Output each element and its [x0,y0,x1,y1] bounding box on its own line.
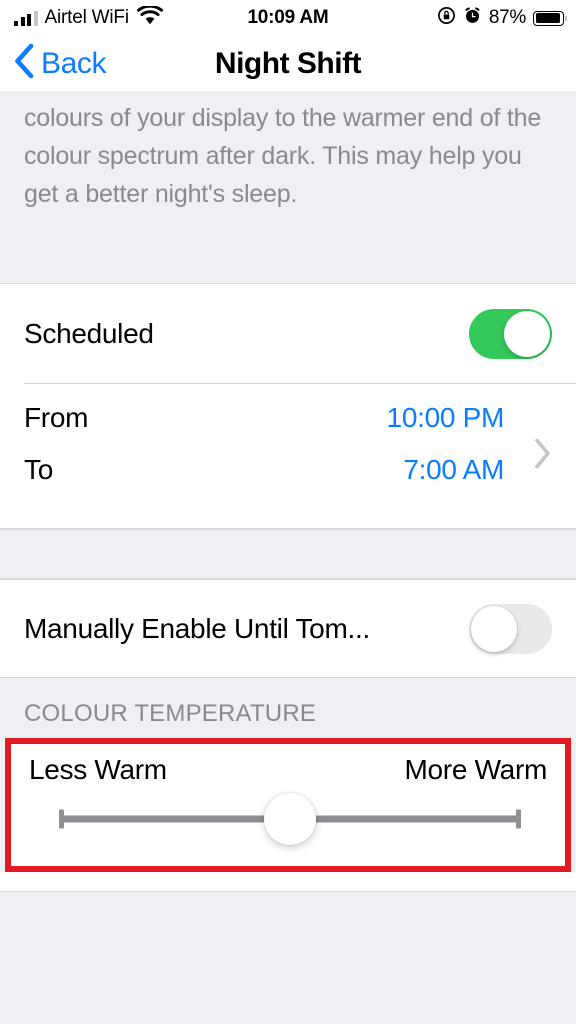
night-shift-settings-screen: Airtel WiFi 10:09 AM 87% Back Night Shif… [0,0,576,1024]
battery-percent-label: 87% [488,7,526,28]
slider-track-cap-right [516,809,521,829]
section-gap-1 [0,529,576,579]
scheduled-row[interactable]: Scheduled [0,284,576,383]
alarm-clock-icon [463,6,482,30]
page-title: Night Shift [214,46,362,80]
to-value: 7:00 AM [403,454,504,485]
to-label: To [24,454,53,485]
schedule-time-row[interactable]: From 10:00 PM To 7:00 AM [0,384,576,528]
toggle-knob [471,605,517,652]
settings-scroll-content[interactable]: colours of your display to the warmer en… [0,91,576,1024]
colour-temperature-card: Less Warm More Warm [11,744,565,866]
manual-enable-group: Manually Enable Until Tom... [0,579,576,678]
scheduled-toggle[interactable] [469,308,552,359]
rotation-lock-icon [437,6,456,30]
below-slider-white-area [0,872,576,892]
battery-full-icon [533,10,568,26]
chevron-right-icon [532,437,554,476]
status-bar-right: 87% [437,0,568,36]
status-bar: Airtel WiFi 10:09 AM 87% [0,0,576,36]
schedule-to-line: To 7:00 AM [24,454,552,506]
slider-legend: Less Warm More Warm [29,754,547,786]
from-label: From [24,402,89,433]
manual-enable-toggle[interactable] [469,603,552,654]
schedule-from-line: From 10:00 PM [24,402,552,454]
slider-track-cap-left [59,809,64,829]
scheduled-group: Scheduled From 10:00 PM To 7:00 AM [0,283,576,529]
below-slider-gray-area [0,892,576,950]
from-value: 10:00 PM [386,402,505,433]
toggle-knob [504,310,550,357]
colour-temperature-header: COLOUR TEMPERATURE [0,678,576,738]
manual-enable-label: Manually Enable Until Tom... [24,612,370,644]
more-warm-label: More Warm [404,754,547,785]
night-shift-description: colours of your display to the warmer en… [24,104,542,208]
slider-thumb[interactable] [264,793,316,845]
manual-enable-row[interactable]: Manually Enable Until Tom... [0,580,576,677]
scheduled-label: Scheduled [24,317,154,349]
less-warm-label: Less Warm [29,754,167,785]
navigation-bar: Back Night Shift [0,36,576,91]
clock-label: 10:09 AM [247,7,329,28]
colour-temperature-highlight-box: Less Warm More Warm [5,738,571,872]
colour-temperature-slider[interactable] [59,786,521,852]
